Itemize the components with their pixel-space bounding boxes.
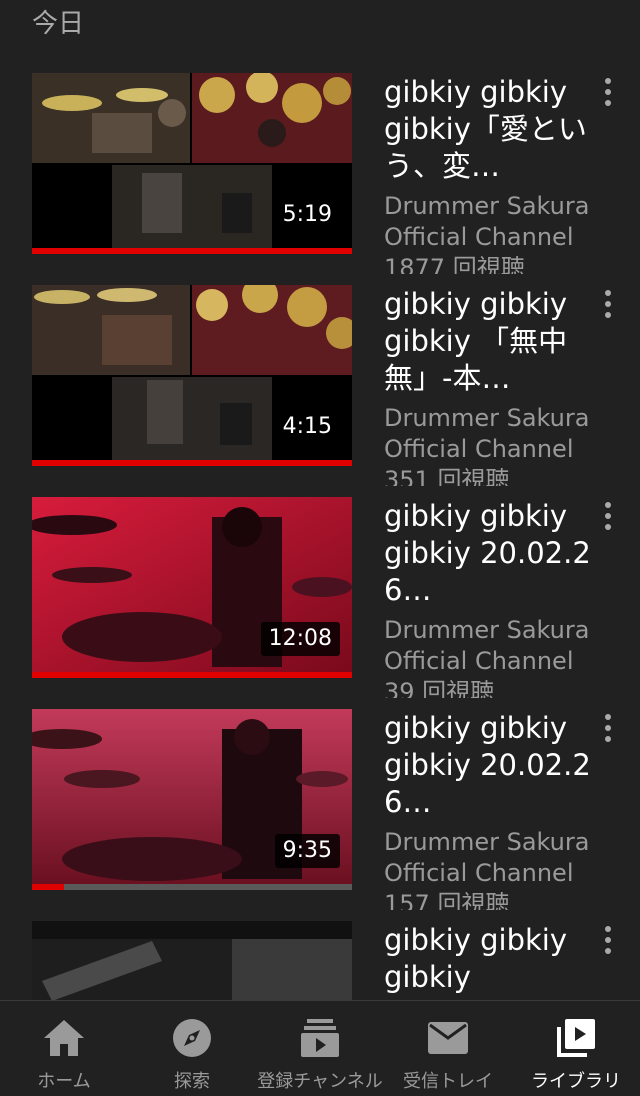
nav-label: 受信トレイ bbox=[403, 1071, 493, 1092]
video-title[interactable]: gibkiy gibkiy gibkiy 20.02.26… bbox=[384, 710, 594, 821]
more-options-icon[interactable] bbox=[596, 918, 620, 962]
watch-progress-fill bbox=[32, 884, 64, 890]
bottom-navigation: ホーム 探索 登録チャンネル 受信トレイ ライブラリ bbox=[0, 1000, 640, 1096]
video-item[interactable]: 12:08 gibkiy gibkiy gibkiy 20.02.26… Dru… bbox=[0, 484, 640, 698]
video-thumbnail[interactable]: 12:08 bbox=[32, 497, 352, 678]
video-thumbnail[interactable] bbox=[32, 921, 352, 1000]
watch-progress-fill bbox=[32, 248, 352, 254]
more-options-icon[interactable] bbox=[596, 494, 620, 538]
video-item[interactable]: gibkiy gibkiy gibkiy bbox=[0, 908, 640, 1000]
nav-subscriptions[interactable]: 登録チャンネル bbox=[256, 1001, 384, 1096]
home-icon bbox=[41, 1015, 87, 1061]
video-meta: gibkiy gibkiy gibkiy 20.02.26… Drummer S… bbox=[384, 710, 594, 910]
channel-name: Drummer Sakura Official Channel bbox=[384, 828, 590, 887]
duration-badge: 4:15 bbox=[274, 410, 340, 444]
watch-progress-track bbox=[32, 672, 352, 678]
subscriptions-icon bbox=[297, 1015, 343, 1061]
video-thumbnail[interactable]: 9:35 bbox=[32, 709, 352, 890]
video-meta: gibkiy gibkiy gibkiy 20.02.26… Drummer S… bbox=[384, 498, 594, 698]
duration-badge: 5:19 bbox=[274, 198, 340, 232]
nav-label: 探索 bbox=[174, 1071, 210, 1092]
channel-name: Drummer Sakura Official Channel bbox=[384, 192, 590, 251]
channel-name: Drummer Sakura Official Channel bbox=[384, 616, 590, 675]
view-count: 157 回視聴 bbox=[384, 890, 510, 910]
video-meta: gibkiy gibkiy gibkiy 「無中無」-本… Drummer Sa… bbox=[384, 286, 594, 486]
view-count: 39 回視聴 bbox=[384, 678, 495, 698]
inbox-icon bbox=[425, 1015, 471, 1061]
explore-icon bbox=[169, 1015, 215, 1061]
duration-badge: 9:35 bbox=[274, 834, 340, 868]
video-meta: gibkiy gibkiy gibkiy「愛という、変… Drummer Sak… bbox=[384, 74, 594, 274]
more-options-icon[interactable] bbox=[596, 706, 620, 750]
library-icon bbox=[553, 1015, 599, 1061]
video-thumbnail[interactable]: 5:19 bbox=[32, 73, 352, 254]
video-title[interactable]: gibkiy gibkiy gibkiy 「無中無」-本… bbox=[384, 286, 594, 397]
nav-home[interactable]: ホーム bbox=[0, 1001, 128, 1096]
nav-inbox[interactable]: 受信トレイ bbox=[384, 1001, 512, 1096]
nav-label: ホーム bbox=[37, 1071, 91, 1092]
nav-library[interactable]: ライブラリ bbox=[512, 1001, 640, 1096]
history-list: 5:19 gibkiy gibkiy gibkiy「愛という、変… Drumme… bbox=[0, 60, 640, 1000]
video-item[interactable]: 9:35 gibkiy gibkiy gibkiy 20.02.26… Drum… bbox=[0, 696, 640, 910]
video-title[interactable]: gibkiy gibkiy gibkiy bbox=[384, 922, 594, 996]
nav-label: 登録チャンネル bbox=[257, 1071, 383, 1092]
more-options-icon[interactable] bbox=[596, 282, 620, 326]
video-meta: gibkiy gibkiy gibkiy bbox=[384, 922, 594, 1000]
nav-explore[interactable]: 探索 bbox=[128, 1001, 256, 1096]
video-item[interactable]: 5:19 gibkiy gibkiy gibkiy「愛という、変… Drumme… bbox=[0, 60, 640, 274]
more-options-icon[interactable] bbox=[596, 70, 620, 114]
channel-name: Drummer Sakura Official Channel bbox=[384, 404, 590, 463]
thumbnail-image bbox=[32, 921, 352, 1000]
video-item[interactable]: 4:15 gibkiy gibkiy gibkiy 「無中無」-本… Drumm… bbox=[0, 272, 640, 486]
watch-progress-track bbox=[32, 248, 352, 254]
watch-progress-track bbox=[32, 460, 352, 466]
view-count: 1877 回視聴 bbox=[384, 254, 525, 274]
watch-progress-track bbox=[32, 884, 352, 890]
duration-badge: 12:08 bbox=[260, 622, 340, 656]
video-title[interactable]: gibkiy gibkiy gibkiy「愛という、変… bbox=[384, 74, 594, 185]
section-header-today: 今日 bbox=[32, 9, 85, 39]
view-count: 351 回視聴 bbox=[384, 466, 510, 486]
watch-progress-fill bbox=[32, 672, 352, 678]
nav-label: ライブラリ bbox=[531, 1071, 621, 1092]
video-thumbnail[interactable]: 4:15 bbox=[32, 285, 352, 466]
watch-progress-fill bbox=[32, 460, 352, 466]
video-title[interactable]: gibkiy gibkiy gibkiy 20.02.26… bbox=[384, 498, 594, 609]
